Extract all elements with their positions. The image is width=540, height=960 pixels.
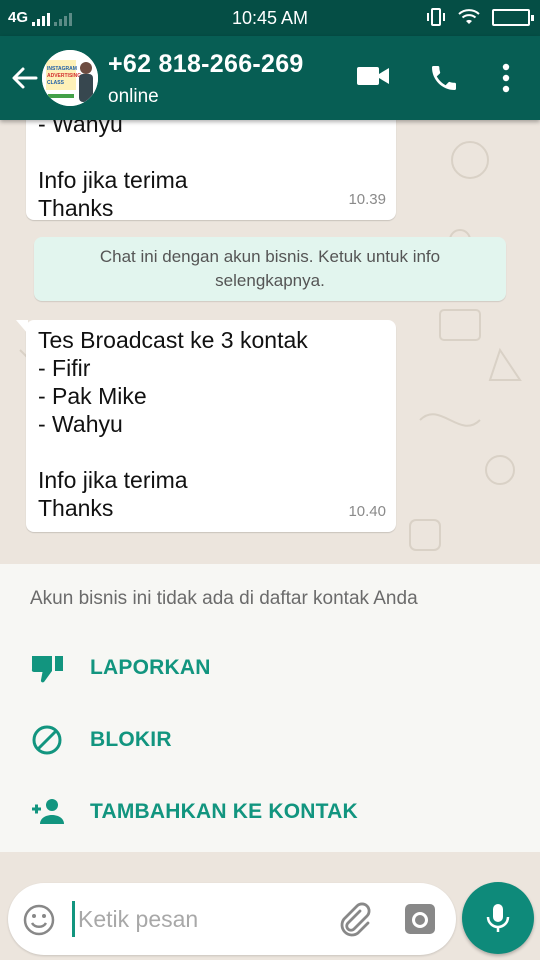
status-bar: 4G 10:45 AM	[0, 0, 540, 36]
video-call-icon[interactable]	[356, 64, 390, 88]
message-line: - Wahyu	[38, 120, 123, 137]
chat-header: INSTAGRAM ADVERTISING CLASS +62 818-266-…	[0, 36, 540, 120]
avatar-text-2: ADVERTISING	[47, 73, 81, 79]
message-bubble-2[interactable]: Tes Broadcast ke 3 kontak - Fifir - Pak …	[16, 320, 396, 532]
message-time: 10.39	[348, 191, 386, 208]
avatar-text-3: CLASS	[47, 80, 65, 86]
avatar[interactable]: INSTAGRAM ADVERTISING CLASS	[42, 50, 98, 106]
bubble-tail	[16, 320, 28, 334]
camera-icon[interactable]	[404, 903, 436, 935]
message-line: Info jika terima	[38, 167, 188, 193]
message-line	[38, 138, 384, 166]
message-line: Tes Broadcast ke 3 kontak	[38, 327, 308, 353]
business-note: Akun bisnis ini tidak ada di daftar kont…	[30, 588, 418, 609]
report-button[interactable]: LAPORKAN	[0, 640, 540, 696]
message-line: - Wahyu	[38, 411, 123, 437]
vibrate-icon	[427, 8, 445, 26]
battery-icon	[492, 8, 534, 26]
text-cursor	[72, 901, 75, 937]
block-icon	[32, 725, 62, 755]
phone-icon[interactable]	[428, 62, 460, 94]
business-info-notice[interactable]: Chat ini dengan akun bisnis. Ketuk untuk…	[34, 237, 506, 301]
emoji-icon[interactable]	[22, 903, 56, 937]
contact-name[interactable]: +62 818-266-269	[108, 50, 304, 79]
composer-bar	[0, 852, 540, 960]
add-contact-button[interactable]: TAMBAHKAN KE KONTAK	[0, 784, 540, 840]
business-account-panel: Akun bisnis ini tidak ada di daftar kont…	[0, 564, 540, 852]
block-button[interactable]: BLOKIR	[0, 712, 540, 768]
message-input[interactable]	[78, 901, 318, 937]
add-person-icon	[32, 799, 64, 824]
more-vert-icon[interactable]	[496, 62, 516, 94]
message-bubble-1[interactable]: - Wahyu Info jika terima Thanks 10.39	[26, 120, 396, 221]
attach-icon[interactable]	[336, 901, 372, 937]
mic-icon	[486, 904, 510, 932]
wifi-icon	[458, 9, 480, 24]
message-line: - Pak Mike	[38, 383, 147, 409]
message-field	[8, 883, 456, 955]
add-contact-label: TAMBAHKAN KE KONTAK	[90, 800, 358, 823]
mic-button[interactable]	[462, 882, 534, 954]
message-line: - Fifir	[38, 355, 91, 381]
report-label: LAPORKAN	[90, 656, 211, 679]
chat-area[interactable]: - Wahyu Info jika terima Thanks 10.39 Ch…	[0, 120, 540, 564]
message-line: Info jika terima	[38, 467, 188, 493]
message-line: Thanks	[38, 195, 114, 221]
thumb-down-icon	[31, 656, 63, 683]
avatar-text-1: INSTAGRAM	[47, 66, 77, 72]
message-time: 10.40	[348, 503, 386, 520]
message-line	[38, 438, 384, 466]
contact-status: online	[108, 86, 159, 107]
message-line: Thanks	[38, 495, 114, 521]
back-arrow-icon[interactable]	[10, 64, 38, 92]
block-label: BLOKIR	[90, 728, 172, 751]
